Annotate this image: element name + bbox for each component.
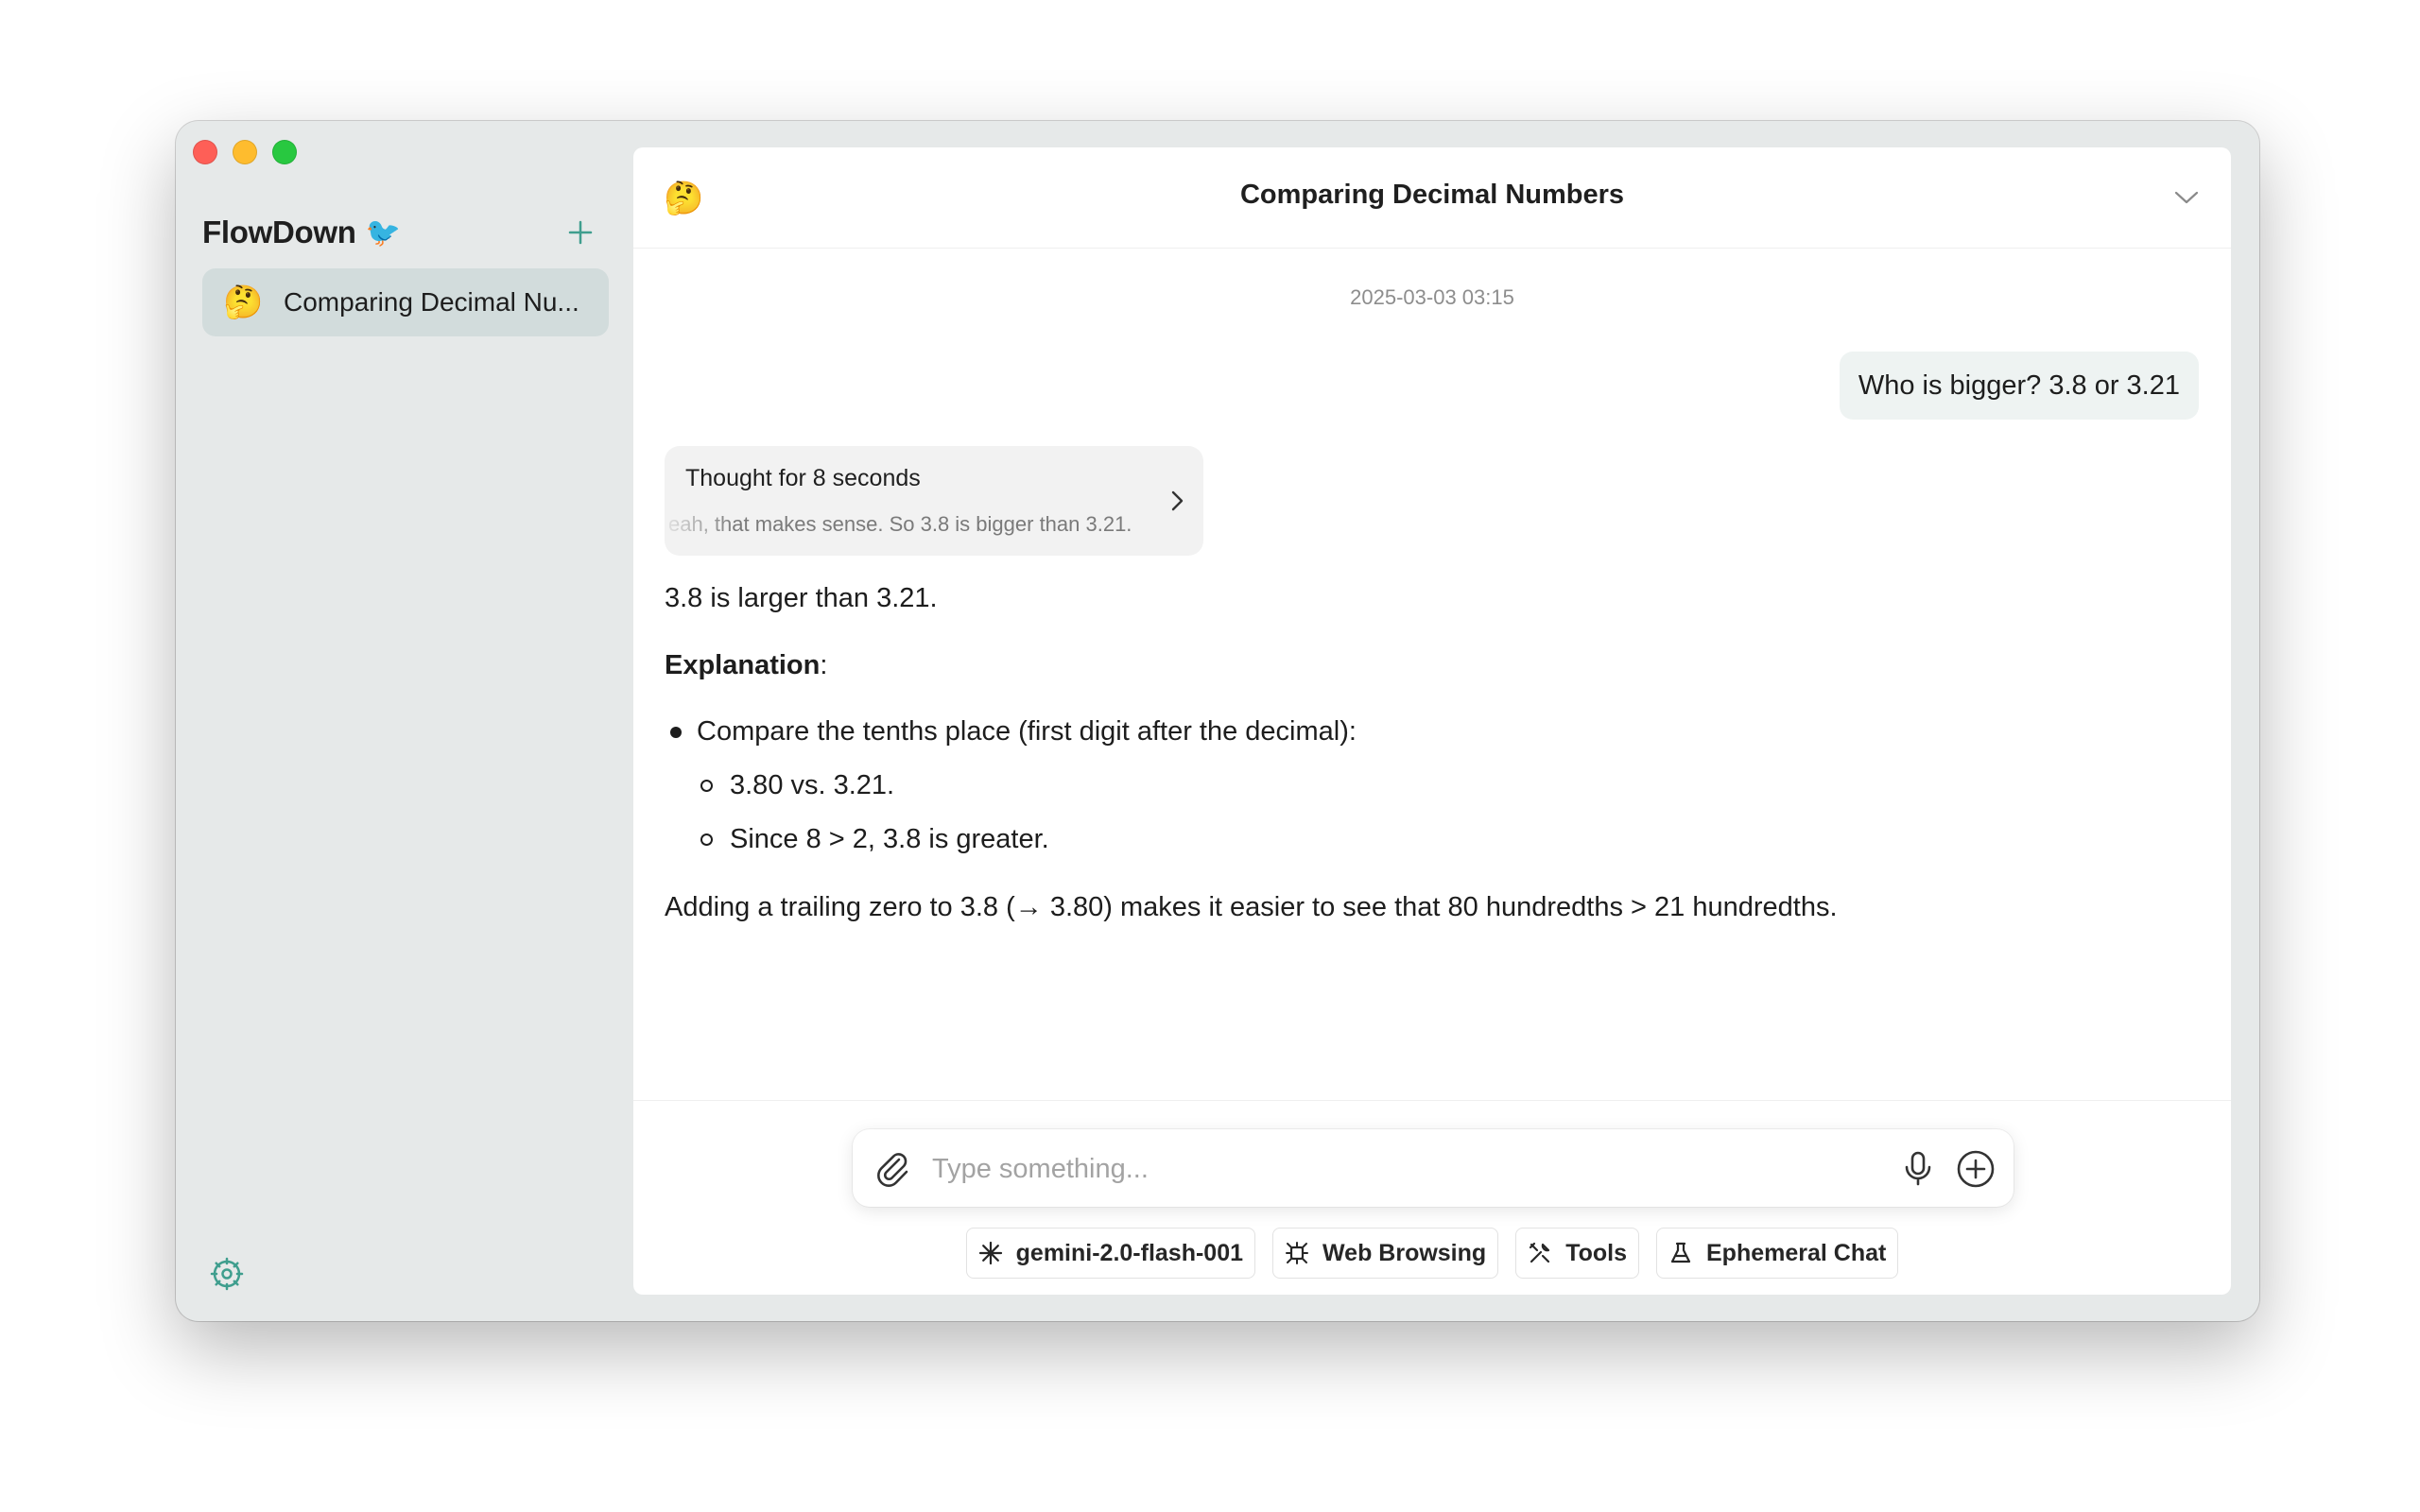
bird-icon: 🐦: [365, 216, 401, 249]
conversation-item-label: Comparing Decimal Nu...: [284, 287, 579, 317]
sub-bullet-text: 3.80 vs. 3.21.: [730, 770, 895, 800]
desktop-background: FlowDown 🐦 🤔 Comparing Decimal Nu... 🤔 C…: [0, 0, 2420, 1512]
user-message-bubble: Who is bigger? 3.8 or 3.21: [1839, 352, 2199, 420]
assistant-conclusion: Adding a trailing zero to 3.8 (→ 3.80) m…: [665, 892, 1838, 922]
model-name: gemini-2.0-flash-001: [1015, 1239, 1244, 1266]
assistant-answer: 3.8 is larger than 3.21.: [665, 583, 938, 613]
chat-header: 🤔 Comparing Decimal Numbers: [633, 147, 2231, 249]
sidebar-header: FlowDown 🐦: [202, 206, 611, 259]
message-timestamp: 2025-03-03 03:15: [1350, 285, 1514, 309]
gear-icon[interactable]: [208, 1255, 246, 1293]
thought-preview: eah, that makes sense. So 3.8 is bigger …: [668, 512, 1132, 536]
tools-label: Tools: [1565, 1239, 1627, 1266]
composer-options: gemini-2.0-flash-001 Web Browsing Tools …: [633, 1228, 2231, 1279]
plus-icon: [568, 220, 593, 245]
bullet-item: Compare the tenths place (first digit af…: [665, 716, 2177, 747]
sub-bullet-text: Since 8 > 2, 3.8 is greater.: [730, 824, 1049, 854]
explanation-heading-row: Explanation:: [665, 649, 2177, 682]
model-select-button[interactable]: gemini-2.0-flash-001: [965, 1228, 1256, 1279]
thought-summary-card[interactable]: Thought for 8 seconds eah, that makes se…: [665, 446, 1203, 556]
ephemeral-chat-toggle[interactable]: Ephemeral Chat: [1656, 1228, 1899, 1279]
conversation-title: Comparing Decimal Numbers: [1239, 180, 1625, 210]
chevron-down-icon[interactable]: [2172, 183, 2201, 212]
web-browsing-label: Web Browsing: [1322, 1239, 1487, 1266]
app-window: FlowDown 🐦 🤔 Comparing Decimal Nu... 🤔 C…: [176, 121, 2259, 1321]
flask-icon: [1670, 1242, 1691, 1263]
microphone-icon[interactable]: [1898, 1148, 1938, 1188]
chevron-right-icon: [1171, 490, 1184, 511]
app-title: FlowDown: [202, 215, 356, 249]
composer-box: [853, 1129, 2014, 1207]
ephemeral-chat-label: Ephemeral Chat: [1706, 1239, 1887, 1266]
composer-area: gemini-2.0-flash-001 Web Browsing T: [633, 1100, 2231, 1295]
plus-circle-icon[interactable]: [1955, 1148, 1996, 1190]
conversation-emoji-icon: 🤔: [223, 284, 264, 320]
web-browsing-toggle[interactable]: Web Browsing: [1272, 1228, 1499, 1279]
tools-toggle[interactable]: Tools: [1515, 1228, 1639, 1279]
explanation-colon: :: [820, 650, 828, 680]
bullet-dot: [670, 726, 682, 738]
paperclip-icon[interactable]: [872, 1148, 911, 1188]
message-input[interactable]: [930, 1146, 1879, 1192]
sub-bullet-dot: [700, 833, 713, 846]
tools-icon: [1530, 1242, 1550, 1263]
sub-bullet-item: Since 8 > 2, 3.8 is greater.: [665, 824, 2177, 855]
explanation-heading: Explanation: [665, 650, 821, 680]
thought-title: Thought for 8 seconds: [685, 465, 921, 491]
sidebar-conversation-item[interactable]: 🤔 Comparing Decimal Nu...: [202, 268, 609, 336]
chat-pane: 🤔 Comparing Decimal Numbers 2025-03-03 0…: [633, 147, 2231, 1295]
sparkle-icon: [978, 1241, 1002, 1265]
bullet-text: Compare the tenths place (first digit af…: [697, 716, 1357, 747]
new-conversation-button[interactable]: [560, 212, 601, 253]
network-icon: [1286, 1242, 1309, 1264]
sidebar: FlowDown 🐦 🤔 Comparing Decimal Nu...: [176, 121, 633, 1321]
sub-bullet-dot: [700, 780, 713, 792]
sub-bullet-item: 3.80 vs. 3.21.: [665, 770, 2177, 801]
